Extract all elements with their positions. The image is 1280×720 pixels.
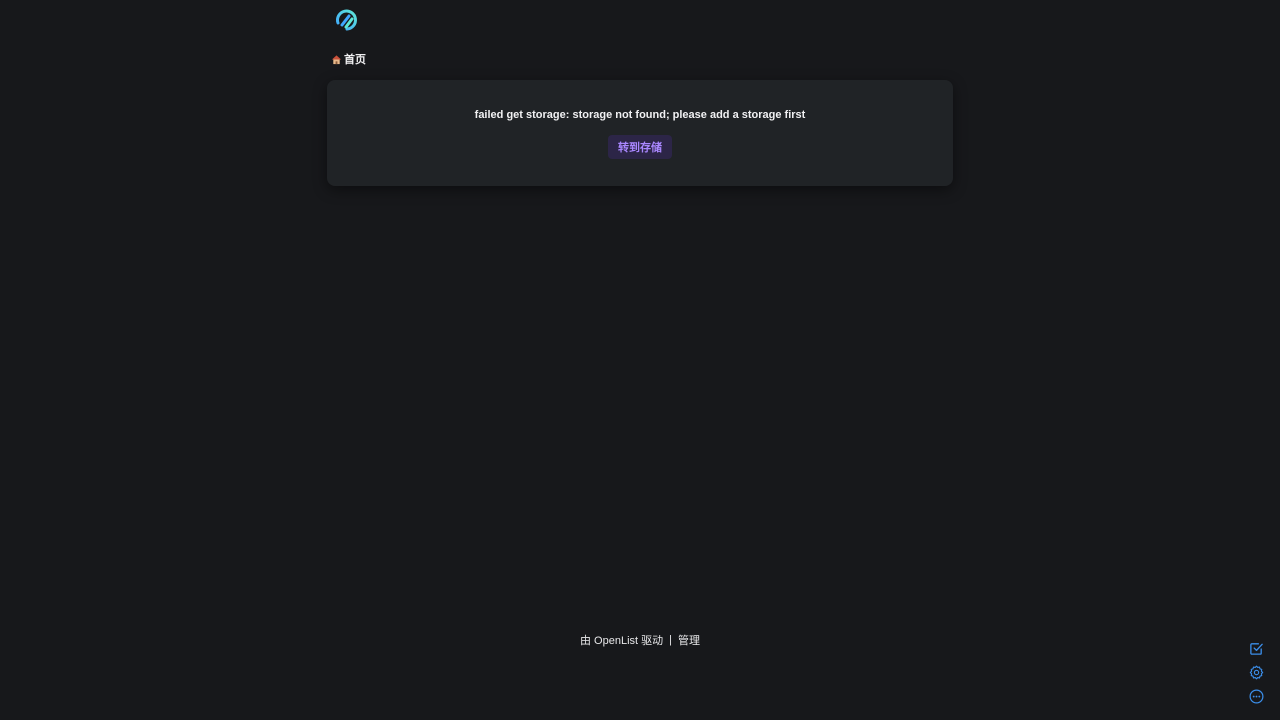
checkbox-icon[interactable] — [1247, 639, 1265, 657]
openlist-logo-icon[interactable] — [334, 7, 360, 33]
manage-link[interactable]: 管理 — [678, 632, 700, 648]
openlist-link[interactable]: OpenList — [594, 635, 638, 647]
more-icon[interactable] — [1247, 687, 1265, 705]
error-card: failed get storage: storage not found; p… — [327, 80, 953, 186]
gear-icon[interactable] — [1247, 663, 1265, 681]
powered-suffix: 驱动 — [638, 635, 664, 647]
error-message: failed get storage: storage not found; p… — [474, 109, 806, 121]
powered-by-text: 由 OpenList 驱动 — [580, 632, 663, 648]
goto-storage-button[interactable]: 转到存储 — [608, 135, 672, 159]
page: 首页 failed get storage: storage not found… — [0, 0, 1280, 720]
side-toolbar — [1247, 639, 1265, 705]
home-icon — [331, 54, 342, 65]
breadcrumb[interactable]: 首页 — [331, 51, 366, 67]
breadcrumb-home-label: 首页 — [344, 54, 366, 66]
footer-separator: | — [669, 634, 672, 646]
header — [327, 0, 953, 44]
footer: 由 OpenList 驱动 | 管理 — [0, 632, 1280, 648]
powered-prefix: 由 — [579, 635, 595, 647]
